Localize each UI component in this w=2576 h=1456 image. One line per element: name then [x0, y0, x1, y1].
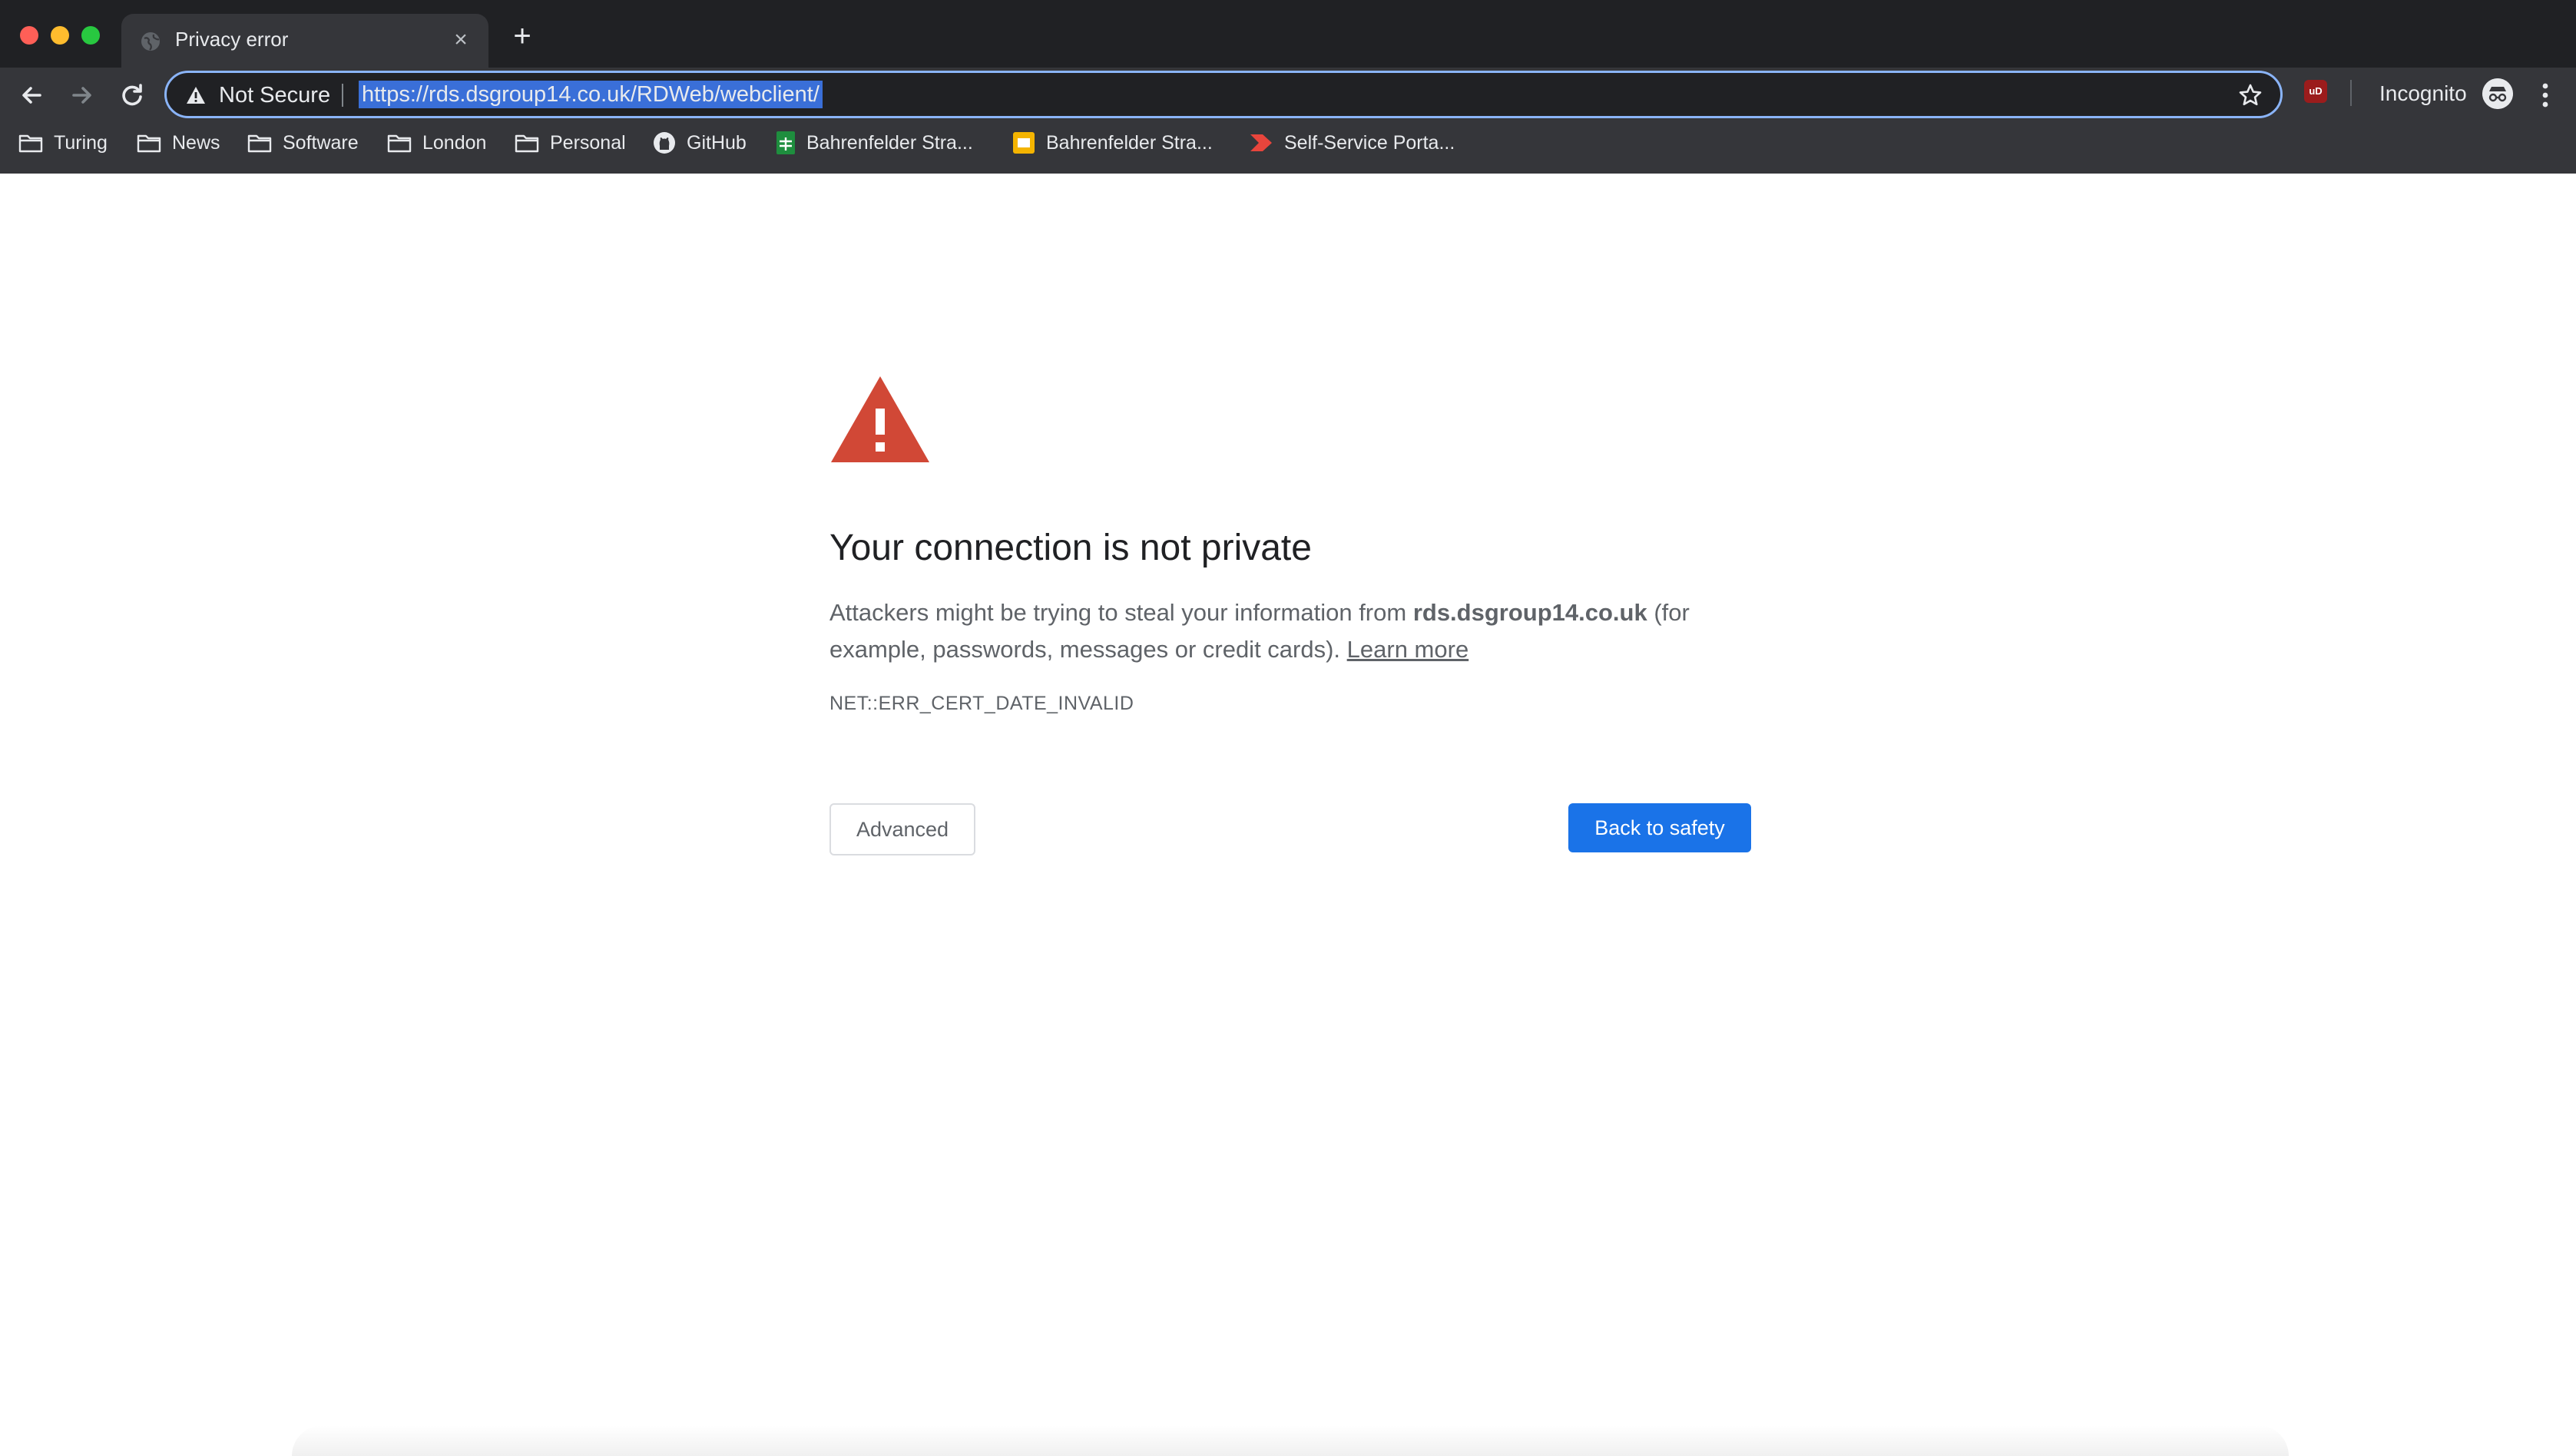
error-code[interactable]: NET::ERR_CERT_DATE_INVALID: [829, 693, 1134, 715]
bookmark-bahrenfelder-slides[interactable]: Bahrenfelder Stra...: [1012, 127, 1213, 158]
minimize-window-button[interactable]: [51, 26, 69, 45]
bookmark-label: News: [172, 131, 220, 154]
bookmark-bahrenfelder-sheets[interactable]: Bahrenfelder Stra...: [776, 127, 973, 158]
address-divider: [342, 84, 343, 107]
bookmark-personal[interactable]: Personal: [515, 127, 626, 158]
arrow-brand-icon: [1250, 134, 1272, 151]
folder-icon: [387, 134, 412, 153]
bookmark-label: London: [422, 131, 487, 154]
tab-privacy-error[interactable]: Privacy error ×: [121, 14, 488, 68]
title-bar: Privacy error × +: [0, 0, 2576, 68]
tab-title: Privacy error: [175, 28, 289, 51]
bookmark-label: Bahrenfelder Stra...: [806, 131, 973, 154]
bookmark-star-icon[interactable]: [2237, 82, 2263, 108]
toolbar: Not Secure https://rds.dsgroup14.co.uk/R…: [0, 68, 2576, 123]
page-title: Your connection is not private: [829, 528, 1312, 568]
back-to-safety-button[interactable]: Back to safety: [1568, 803, 1751, 852]
page-bottom-shadow: [292, 1425, 2289, 1456]
folder-icon: [247, 134, 272, 153]
reload-icon: [122, 84, 142, 106]
folder-icon: [515, 134, 539, 153]
ublock-extension-icon[interactable]: uD: [2304, 80, 2327, 103]
bookmark-label: Turing: [54, 131, 108, 154]
sheets-icon: [776, 131, 795, 154]
bookmark-label: Self-Service Porta...: [1284, 131, 1455, 154]
back-button[interactable]: [15, 78, 49, 112]
bookmark-news[interactable]: News: [137, 127, 220, 158]
new-tab-button[interactable]: +: [508, 21, 536, 51]
menu-kebab-icon[interactable]: [2536, 80, 2554, 111]
bookmark-label: Bahrenfelder Stra...: [1046, 131, 1213, 154]
folder-icon: [18, 134, 43, 153]
address-bar[interactable]: Not Secure https://rds.dsgroup14.co.uk/R…: [164, 71, 2283, 118]
bookmark-label: Personal: [550, 131, 626, 154]
advanced-button[interactable]: Advanced: [829, 803, 975, 855]
bookmark-label: Software: [283, 131, 359, 154]
folder-icon: [137, 134, 161, 153]
bookmark-github[interactable]: GitHub: [653, 127, 747, 158]
github-icon: [654, 132, 675, 154]
toolbar-divider: [2350, 80, 2352, 106]
bookmark-software[interactable]: Software: [247, 127, 359, 158]
forward-arrow-icon: [72, 87, 91, 104]
incognito-label[interactable]: Incognito: [2379, 81, 2467, 106]
privacy-error-page: Your connection is not private Attackers…: [0, 174, 2576, 1456]
bookmark-turing[interactable]: Turing: [18, 127, 108, 158]
tab-close-icon[interactable]: ×: [447, 26, 475, 54]
bookmark-self-service-portal[interactable]: Self-Service Porta...: [1249, 127, 1455, 158]
warning-triangle-icon: [831, 376, 929, 462]
zoom-window-button[interactable]: [81, 26, 100, 45]
description-prefix: Attackers might be trying to steal your …: [829, 599, 1413, 626]
domain-name: rds.dsgroup14.co.uk: [1412, 599, 1647, 626]
error-description: Attackers might be trying to steal your …: [829, 594, 1751, 668]
url-text[interactable]: https://rds.dsgroup14.co.uk/RDWeb/webcli…: [359, 81, 823, 108]
bookmark-london[interactable]: London: [387, 127, 486, 158]
globe-icon: [141, 32, 160, 51]
browser-chrome: Privacy error × + Not Secure https://rds…: [0, 0, 2576, 174]
incognito-icon[interactable]: [2482, 78, 2513, 109]
security-status-label[interactable]: Not Secure: [219, 83, 330, 108]
reload-button[interactable]: [115, 78, 149, 112]
not-secure-warning-icon[interactable]: [185, 84, 207, 106]
learn-more-link[interactable]: Learn more: [1347, 636, 1469, 663]
bookmark-label: GitHub: [687, 131, 747, 154]
back-arrow-icon: [22, 87, 41, 104]
close-window-button[interactable]: [20, 26, 38, 45]
forward-button[interactable]: [65, 78, 98, 112]
bookmarks-bar: Turing News Software London Personal Git…: [0, 127, 2576, 158]
slides-icon: [1013, 132, 1035, 154]
